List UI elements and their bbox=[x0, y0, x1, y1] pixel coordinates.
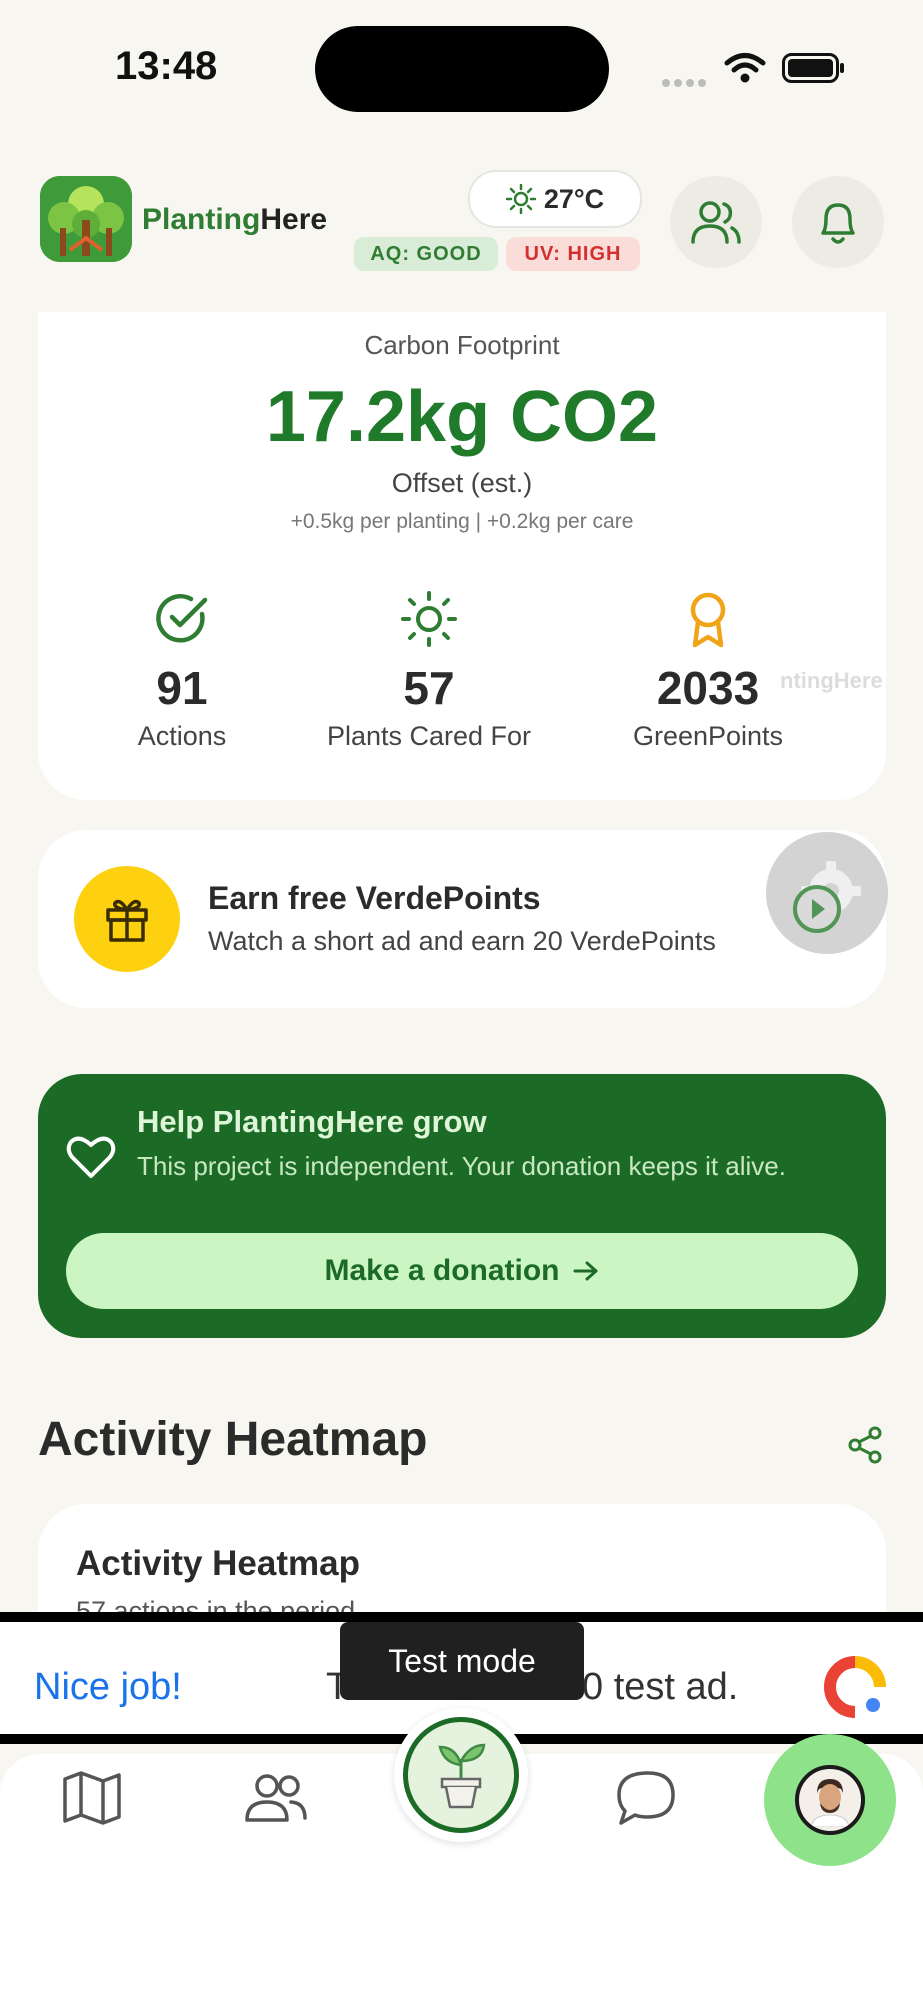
settings-fab[interactable] bbox=[766, 832, 888, 954]
stat-actions: 91 Actions bbox=[52, 590, 312, 752]
donation-text: This project is independent. Your donati… bbox=[137, 1151, 786, 1181]
brand-name: PlantingHere bbox=[142, 203, 328, 236]
stat-label: GreenPoints bbox=[632, 721, 784, 751]
users-icon bbox=[245, 1774, 307, 1822]
ad-left-text: Nice job! bbox=[34, 1666, 182, 1708]
heatmap-card-title: Activity Heatmap bbox=[76, 1544, 360, 1583]
carbon-card-title: Carbon Footprint bbox=[364, 330, 560, 360]
donation-title: Help PlantingHere grow bbox=[137, 1104, 487, 1139]
map-icon bbox=[63, 1771, 121, 1825]
share-icon[interactable] bbox=[848, 1426, 884, 1464]
sun-icon bbox=[505, 184, 536, 214]
signal-icon bbox=[662, 74, 710, 87]
carbon-note: +0.5kg per planting | +0.2kg per care bbox=[290, 510, 634, 533]
award-icon bbox=[690, 592, 726, 648]
ads-logo-icon bbox=[824, 1656, 886, 1718]
stat-value: 91 bbox=[156, 662, 208, 714]
users-icon bbox=[691, 201, 741, 244]
status-time: 13:48 bbox=[115, 44, 218, 88]
test-mode-toast: Test mode bbox=[340, 1622, 584, 1700]
sun-icon bbox=[401, 591, 457, 647]
carbon-subtitle: Offset (est.) bbox=[391, 468, 533, 498]
profile-button[interactable] bbox=[764, 1734, 896, 1866]
donation-button-label: Make a donation bbox=[324, 1254, 560, 1287]
uv-index-badge: UV: HIGH bbox=[506, 237, 640, 271]
wifi-icon bbox=[724, 53, 766, 83]
weather-pill[interactable]: 27°C bbox=[468, 170, 642, 228]
avatar bbox=[795, 1765, 865, 1835]
make-donation-button[interactable]: Make a donation bbox=[66, 1233, 858, 1309]
notifications-button[interactable] bbox=[792, 176, 884, 268]
stat-plants: 57 Plants Cared For bbox=[299, 590, 559, 752]
gift-icon bbox=[106, 899, 148, 942]
bell-icon bbox=[821, 203, 855, 244]
friends-button[interactable] bbox=[670, 176, 762, 268]
stat-label: Actions bbox=[137, 721, 227, 751]
plant-action-button[interactable] bbox=[394, 1708, 528, 1842]
battery-icon bbox=[782, 53, 844, 83]
heart-icon bbox=[66, 1136, 116, 1178]
earn-subtitle: Watch a short ad and earn 20 VerdePoints bbox=[208, 926, 716, 956]
stat-value: 57 bbox=[403, 662, 455, 714]
gear-play-icon bbox=[793, 861, 861, 933]
ad-center-text-end: 0 test ad. bbox=[582, 1666, 739, 1708]
check-circle-icon bbox=[156, 594, 208, 643]
chat-icon bbox=[617, 1771, 675, 1825]
heatmap-section-title: Activity Heatmap bbox=[38, 1413, 428, 1466]
air-quality-badge: AQ: GOOD bbox=[354, 237, 498, 271]
user-avatar-icon bbox=[803, 1773, 857, 1827]
app-logo bbox=[40, 176, 132, 262]
temperature-text: 27°C bbox=[543, 183, 605, 214]
potted-plant-icon bbox=[438, 1743, 486, 1809]
arrow-right-icon bbox=[573, 1261, 598, 1281]
nav-map-button[interactable] bbox=[52, 1758, 132, 1838]
stat-label: Plants Cared For bbox=[326, 721, 532, 751]
earn-title: Earn free VerdePoints bbox=[208, 880, 541, 916]
nav-chat-button[interactable] bbox=[606, 1758, 686, 1838]
carbon-value: 17.2kg CO2 bbox=[265, 377, 659, 457]
nav-community-button[interactable] bbox=[236, 1758, 316, 1838]
gift-badge bbox=[74, 866, 180, 972]
dynamic-island bbox=[315, 26, 609, 112]
watermark: ntingHere bbox=[780, 668, 883, 693]
